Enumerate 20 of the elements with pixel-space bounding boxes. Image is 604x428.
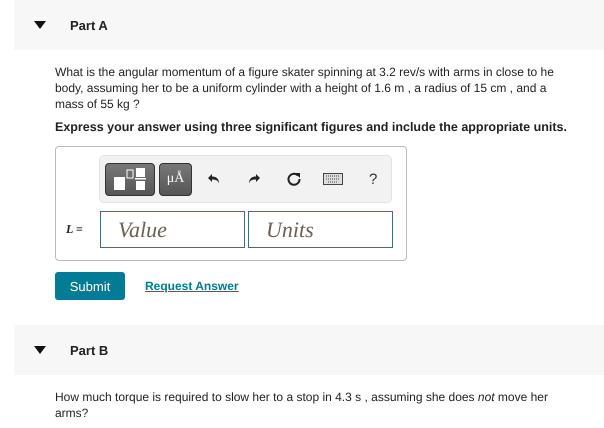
collapse-caret-icon[interactable] — [34, 21, 46, 29]
question-text: body, assuming her to be a uniform cylinder with a height of 1.6 m , a radius of 15 cm , and a — [55, 80, 548, 96]
request-answer-link[interactable]: Request Answer — [145, 279, 239, 293]
keyboard-icon — [323, 173, 344, 185]
value-field[interactable]: Value — [100, 211, 245, 248]
collapse-caret-icon[interactable] — [34, 346, 46, 354]
question-text: arms? — [55, 405, 90, 421]
template-button[interactable] — [105, 162, 155, 196]
units-button[interactable]: μÅ — [158, 162, 192, 196]
part-title: Part A — [70, 18, 108, 32]
submit-button[interactable]: Submit — [55, 272, 125, 300]
refresh-icon — [286, 171, 302, 187]
question-text: How much torque is required to slow her to a stop in 4.3 s , assuming she does not move her — [55, 389, 549, 405]
instruction-text: Express your answer using three significant figures and include the appropriate units. — [55, 120, 568, 134]
variable-label: L = — [66, 222, 84, 237]
help-button[interactable]: ? — [355, 164, 391, 194]
part-title: Part B — [70, 342, 108, 358]
units-field[interactable]: Units — [248, 211, 393, 248]
question-text: What is the angular momentum of a figure skater spinning at 3.2 rev/s with arms in close to he — [55, 64, 555, 80]
question-text: mass of 55 kg ? — [55, 96, 141, 112]
